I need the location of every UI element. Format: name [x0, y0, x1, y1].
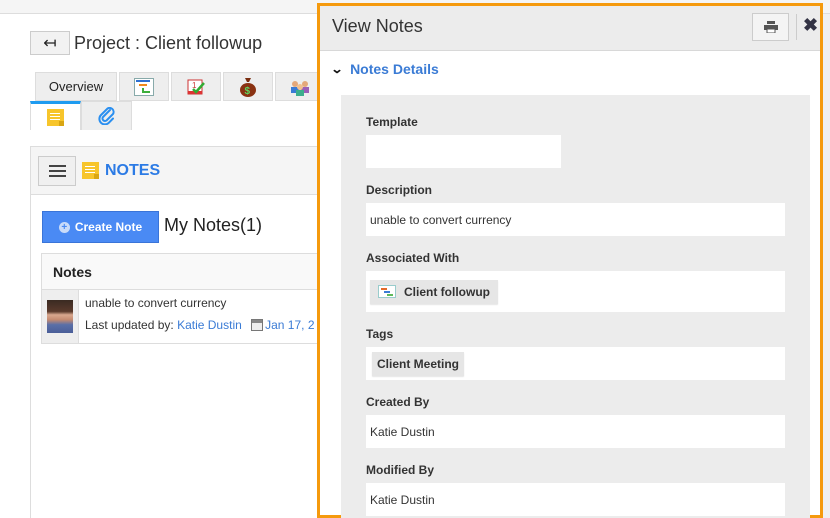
svg-text:$: $ — [245, 86, 251, 97]
notes-panel: NOTES + Create Note My Notes(1) Notes un… — [30, 146, 331, 518]
gantt-chart-icon — [134, 77, 154, 96]
scrollbar[interactable] — [822, 14, 830, 518]
print-button[interactable] — [752, 13, 789, 41]
tab-attachments[interactable] — [81, 101, 132, 130]
back-button[interactable]: ↤ — [30, 31, 70, 55]
sub-tab-bar — [30, 101, 132, 130]
hamburger-icon — [48, 164, 66, 167]
notes-details: Template Description unable to convert c… — [341, 95, 810, 518]
tab-tasks[interactable]: 1 — [171, 72, 221, 101]
header-divider — [796, 14, 797, 40]
team-icon — [291, 80, 309, 96]
plus-circle-icon: + — [58, 221, 70, 233]
close-button[interactable]: ✖ — [803, 15, 818, 36]
associated-chip[interactable]: Client followup — [370, 279, 498, 304]
tags-label: Tags — [366, 327, 394, 341]
tag-chip[interactable]: Client Meeting — [372, 351, 465, 376]
notes-details-toggle[interactable]: ⌄ Notes Details — [330, 61, 439, 77]
chevron-down-icon: ⌄ — [330, 62, 344, 76]
table-row[interactable]: unable to convert currency Last updated … — [42, 290, 331, 343]
note-text[interactable]: unable to convert currency — [85, 296, 315, 310]
page: ↤ Project : Client followup Overview 1 $… — [0, 0, 830, 518]
calendar-icon — [251, 319, 264, 331]
create-note-button[interactable]: + Create Note — [42, 211, 159, 243]
section-title: Notes Details — [350, 61, 439, 77]
template-label: Template — [366, 115, 418, 129]
tab-notes[interactable] — [30, 101, 81, 130]
associated-with-value: Client followup — [366, 271, 785, 312]
tab-overview-label: Overview — [48, 79, 104, 94]
description-value: unable to convert currency — [366, 203, 785, 236]
modal-title: View Notes — [332, 16, 423, 36]
paperclip-icon — [97, 107, 115, 125]
notes-icon — [47, 108, 64, 126]
money-bag-icon: $ — [240, 77, 256, 97]
notes-title: NOTES — [105, 161, 161, 179]
page-title: Project : Client followup — [74, 33, 263, 53]
avatar-cell — [42, 290, 79, 343]
associated-with-label: Associated With — [366, 251, 460, 265]
close-icon: ✖ — [803, 15, 819, 35]
template-value — [366, 135, 561, 168]
printer-icon — [763, 21, 778, 33]
tab-gantt[interactable] — [119, 72, 169, 101]
associated-chip-label: Client followup — [404, 284, 490, 299]
notes-icon — [82, 162, 99, 179]
created-by-label: Created By — [366, 395, 430, 409]
modal-header: View Notes ✖ — [320, 6, 820, 51]
note-content: unable to convert currency Last updated … — [79, 290, 315, 343]
tag-chip-label: Client Meeting — [377, 356, 460, 371]
create-note-label: Create Note — [74, 220, 143, 234]
description-label: Description — [366, 183, 433, 197]
updated-by-link[interactable]: Katie Dustin — [177, 318, 242, 332]
notes-table-header: Notes — [42, 254, 331, 290]
tab-bar: Overview 1 $ — [35, 72, 327, 101]
note-date: Jan 17, 2 — [265, 318, 315, 332]
tab-overview[interactable]: Overview — [35, 72, 117, 101]
tab-budget[interactable]: $ — [223, 72, 273, 101]
svg-text:1: 1 — [192, 81, 197, 90]
avatar — [47, 300, 73, 333]
arrow-left-icon: ↤ — [43, 35, 57, 52]
view-notes-modal: View Notes ✖ ⌄ Notes Details Template De… — [317, 3, 823, 518]
modified-by-label: Modified By — [366, 463, 434, 477]
gantt-chart-icon — [378, 285, 396, 298]
my-notes-heading: My Notes(1) — [164, 215, 263, 235]
note-meta: Last updated by: Katie Dustin Jan 17, 2 — [85, 318, 315, 332]
updated-label: Last updated by: — [85, 318, 174, 332]
calendar-check-icon: 1 — [187, 79, 205, 94]
created-by-value: Katie Dustin — [366, 415, 785, 448]
tags-value: Client Meeting — [366, 347, 785, 380]
menu-button[interactable] — [38, 155, 76, 186]
notes-header: NOTES — [31, 147, 329, 195]
notes-table: Notes unable to convert currency Last up… — [41, 253, 331, 344]
modified-by-value: Katie Dustin — [366, 483, 785, 516]
